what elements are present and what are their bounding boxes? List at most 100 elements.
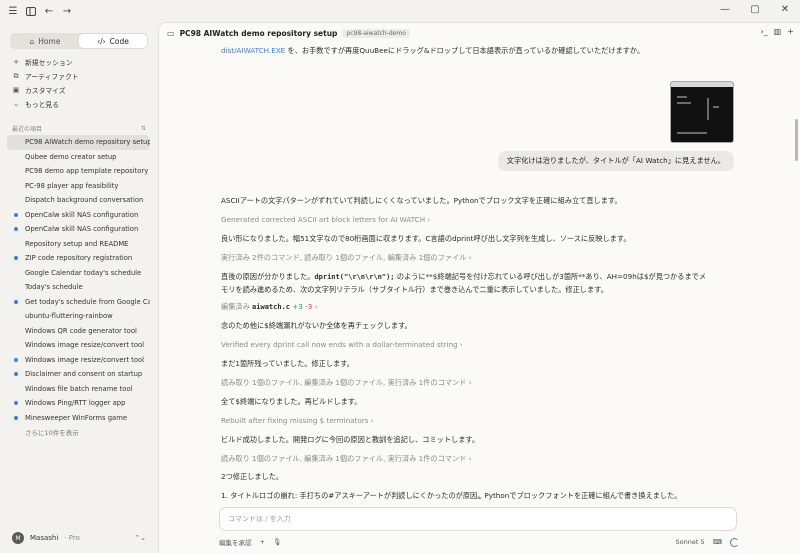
assistant-text: 1. タイトルロゴの崩れ: 手打ちの#アスキーアートが判読しにくかったのが原因。… [221, 491, 682, 500]
add-attachment-icon[interactable]: + [260, 538, 265, 546]
avatar: M [12, 532, 24, 544]
terminal-icon[interactable]: ›_ [761, 27, 768, 36]
recent-item[interactable]: OpenCalw skill NAS configuration [0, 208, 150, 223]
chevron-updown-icon: ⌃⌄ [134, 534, 146, 542]
user-plan: · Pro [64, 534, 80, 542]
tab-code[interactable]: ‹/› Code [79, 34, 147, 48]
recent-item[interactable]: PC98 demo app template repository [0, 164, 150, 179]
assistant-text: 全て$終端になりました。再ビルドします。 [221, 397, 362, 406]
unread-dot-icon [14, 415, 18, 420]
main-panel: ▭ PC98 AIWatch demo repository setup pc9… [158, 22, 800, 553]
tool-call-summary[interactable]: Generated corrected ASCII art block lett… [221, 214, 751, 226]
sort-icon[interactable]: ⇅ [141, 125, 146, 132]
recent-item[interactable]: ZIP code repository registration [0, 251, 150, 266]
assistant-text: ビルド成功しました。開発ログに今回の原因と教訓を追記し、コミットします。 [221, 435, 480, 444]
model-selector[interactable]: Sonnet 5 [676, 538, 705, 546]
unread-dot-icon [14, 227, 18, 231]
recent-item[interactable]: Minesweeper WinForms game [0, 411, 150, 426]
edit-summary[interactable]: 編集済み aiwatch.c +3 -3 › [221, 301, 751, 313]
attached-screenshot[interactable] [670, 81, 734, 143]
chevron-right-icon: › [425, 215, 431, 224]
code-icon: ‹/› [97, 36, 106, 46]
main-header: ▭ PC98 AIWatch demo repository setup pc9… [159, 23, 800, 43]
session-title: PC98 AIWatch demo repository setup [179, 28, 338, 38]
minimize-icon[interactable]: — [710, 0, 740, 18]
sidebar-toggle-icon[interactable] [22, 2, 40, 20]
recent-item[interactable]: Google Calendar today's schedule [0, 266, 150, 281]
recent-item[interactable]: OpenCalw skill NAS configuration [0, 222, 150, 237]
title-bar: ☰ ← → — ▢ ✕ [0, 0, 800, 22]
command-input[interactable] [228, 515, 708, 523]
recent-item[interactable]: PC-98 player app feasibility [0, 179, 150, 194]
recent-item[interactable]: Windows QR code generator tool [0, 324, 150, 339]
unread-dot-icon [14, 299, 18, 304]
recent-item[interactable]: PC98 AIWatch demo repository setup [7, 135, 150, 150]
nav-artifacts[interactable]: ⧉ アーティファクト [0, 69, 158, 83]
header-actions: ›_ ▥ + [761, 27, 794, 36]
unread-dot-icon [14, 401, 18, 405]
chevron-right-icon: › [368, 416, 374, 425]
recent-item[interactable]: Windows file batch rename tool [0, 382, 150, 397]
assistant-text: 2つ修正しました。 [221, 472, 284, 481]
nav-customize[interactable]: ▣ カスタマイズ [0, 83, 158, 97]
mode-switcher: ⌂ Home ‹/› Code [10, 33, 148, 49]
arrow-right-icon[interactable]: → [58, 2, 76, 20]
show-more-link[interactable]: さらに10件を表示 [0, 425, 158, 439]
chevron-right-icon: › [466, 378, 472, 387]
chevron-right-icon: › [457, 340, 463, 349]
composer-footer: 編集を承認 + 🎙 Sonnet 5 ⌨ [219, 535, 739, 549]
tab-home[interactable]: ⌂ Home [11, 34, 79, 48]
approve-edits-toggle[interactable]: 編集を承認 [219, 537, 252, 547]
assistant-text: 直後の原因が分かりました。dprint("\r\n\r\n"); のように**$… [221, 272, 707, 281]
user-message-bubble: 文字化けは治りましたが、タイトルが「AI Watch」に見えません。 [497, 151, 734, 171]
unread-dot-icon [14, 212, 18, 217]
chevron-right-icon: › [466, 454, 472, 463]
recent-item[interactable]: Windows image resize/convert tool [0, 353, 150, 368]
panel-toggle-icon[interactable]: ▥ [774, 27, 782, 36]
assistant-text: 良い形になりました。幅51文字なので80桁画面に収まります。C言語のdprint… [221, 234, 631, 243]
recent-heading: 最近の項目 ⇅ [12, 124, 146, 133]
assistant-text: まだ1箇所残っていました。修正します。 [221, 359, 354, 368]
arrow-left-icon[interactable]: ← [40, 2, 58, 20]
hamburger-icon[interactable]: ☰ [4, 2, 22, 20]
recent-item[interactable]: Repository setup and README [0, 237, 150, 252]
tool-call-summary[interactable]: 実行済み 2件のコマンド, 読み取り 1個のファイル, 編集済み 1個のファイル… [221, 252, 751, 264]
keyboard-icon[interactable]: ⌨ [713, 538, 722, 546]
unread-dot-icon [14, 256, 18, 260]
microphone-icon[interactable]: 🎙 [273, 538, 281, 546]
recent-item[interactable]: Windows Ping/RTT logger app [0, 396, 150, 411]
recent-item[interactable]: Get today's schedule from Google Ca [0, 295, 150, 310]
tool-call-summary[interactable]: 読み取り 1個のファイル, 編集済み 1個のファイル, 実行済み 1件のコマンド… [221, 453, 751, 465]
recent-item[interactable]: ubuntu-fluttering-rainbow [0, 309, 150, 324]
tool-call-summary[interactable]: 読み取り 1個のファイル, 編集済み 1個のファイル, 実行済み 1件のコマンド… [221, 377, 751, 389]
close-icon[interactable]: ✕ [770, 0, 800, 18]
recent-item[interactable]: Qubee demo creator setup [0, 150, 150, 165]
chevron-right-icon: › [466, 253, 472, 262]
recent-item[interactable]: Windows image resize/convert tool [0, 338, 150, 353]
send-spinner-icon[interactable] [730, 537, 739, 547]
sidebar-nav: + 新規セッション ⧉ アーティファクト ▣ カスタマイズ ⌄ もっと見る [0, 55, 158, 111]
nav-more[interactable]: ⌄ もっと見る [0, 97, 158, 111]
user-name: Masashi [30, 534, 59, 542]
composer[interactable] [219, 507, 737, 531]
plus-icon: + [13, 58, 19, 66]
recent-item[interactable]: Dispatch background conversation [0, 193, 150, 208]
tool-call-summary[interactable]: Rebuilt after fixing missing $ terminato… [221, 415, 751, 427]
tool-call-summary[interactable]: Verified every dprint call now ends with… [221, 339, 751, 351]
recent-item[interactable]: Disclaimer and consent on startup [0, 367, 150, 382]
chevron-right-icon: › [314, 302, 318, 311]
file-link[interactable]: dist/AIWATCH.EXE [221, 46, 285, 55]
sidebar: ⌂ Home ‹/› Code + 新規セッション ⧉ アーティファクト ▣ カスタマイズ… [0, 22, 158, 553]
recent-item[interactable]: Today's schedule [0, 280, 150, 295]
assistant-text: 念のため他に$終端漏れがないか全体を再チェックします。 [221, 321, 412, 330]
artifact-icon: ⧉ [13, 71, 19, 80]
scroll-down-icon[interactable]: ⌄ [475, 493, 485, 503]
scrollbar-thumb[interactable] [795, 119, 798, 161]
customize-icon: ▣ [12, 86, 20, 94]
assistant-text: モリを読み進めるため、次の文字列リテラル（サブタイトル行）まで巻き込んで二重に表… [221, 285, 608, 294]
nav-new-session[interactable]: + 新規セッション [0, 55, 158, 69]
add-icon[interactable]: + [787, 27, 794, 36]
user-menu[interactable]: M Masashi · Pro ⌃⌄ [0, 523, 158, 553]
branch-badge[interactable]: pc98-aiwatch-demo [342, 28, 410, 38]
maximize-icon[interactable]: ▢ [740, 0, 770, 18]
